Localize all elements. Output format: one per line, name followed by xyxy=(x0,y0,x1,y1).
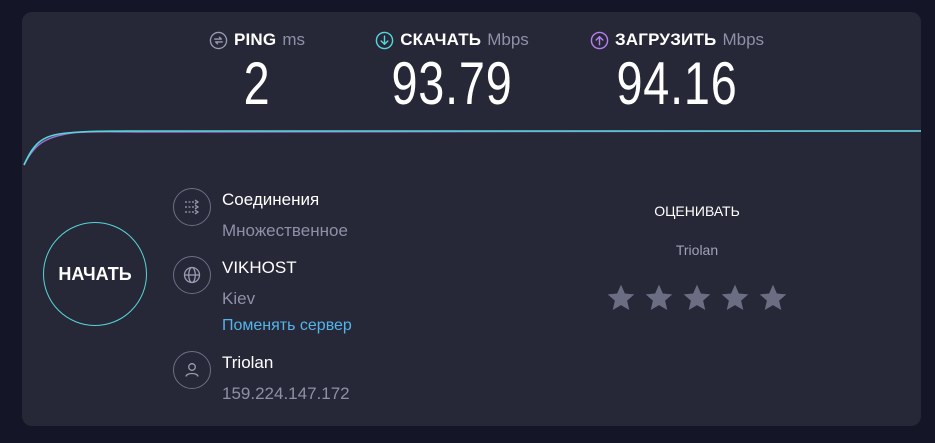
change-server-link[interactable]: Поменять сервер xyxy=(222,317,352,335)
rating-title: ОЦЕНИВАТЬ xyxy=(654,203,740,219)
ping-icon xyxy=(209,31,228,49)
globe-outline-icon xyxy=(183,266,201,284)
globe-icon xyxy=(173,256,211,294)
upload-metric: ЗАГРУЗИТЬ Mbps 94.16 xyxy=(557,30,797,114)
speed-graph xyxy=(23,130,921,166)
upload-arrow-icon xyxy=(590,31,609,49)
start-button[interactable]: НАЧАТЬ xyxy=(43,222,147,326)
upload-unit: Mbps xyxy=(722,30,765,49)
rating-isp: Triolan xyxy=(675,242,719,258)
connections-icon xyxy=(173,188,211,226)
connections-title: Соединения xyxy=(222,190,320,209)
start-button-label: НАЧАТЬ xyxy=(58,263,132,284)
ping-label: PING xyxy=(233,30,277,49)
star-icon-2[interactable] xyxy=(643,282,675,314)
connections-arrows-icon xyxy=(185,199,200,215)
star-icon-1[interactable] xyxy=(605,282,637,314)
star-icon-5[interactable] xyxy=(757,282,789,314)
user-icon xyxy=(173,351,211,389)
upload-label: ЗАГРУЗИТЬ xyxy=(614,30,717,49)
server-city: Kiev xyxy=(222,289,256,308)
speedtest-panel: PING ms 2 СКАЧАТЬ Mbps 93.79 ЗАГРУЗИТЬ M… xyxy=(22,12,921,426)
client-ip: 159.224.147.172 xyxy=(222,384,350,403)
connections-mode: Множественное xyxy=(222,221,348,240)
upload-value: 94.16 xyxy=(616,50,738,117)
ping-value: 2 xyxy=(243,50,271,117)
download-arrow-icon xyxy=(375,31,394,49)
ping-unit: ms xyxy=(282,30,306,49)
download-value: 93.79 xyxy=(391,50,513,117)
rating-stars xyxy=(605,282,789,314)
client-isp: Triolan xyxy=(222,353,274,372)
download-label: СКАЧАТЬ xyxy=(400,30,482,49)
download-metric: СКАЧАТЬ Mbps 93.79 xyxy=(342,30,562,114)
download-graph-line xyxy=(23,130,921,166)
upload-graph-line xyxy=(23,130,921,166)
user-outline-icon xyxy=(185,363,199,377)
download-unit: Mbps xyxy=(487,30,529,49)
star-icon-3[interactable] xyxy=(681,282,713,314)
ping-metric: PING ms 2 xyxy=(182,30,332,114)
star-icon-4[interactable] xyxy=(719,282,751,314)
server-name: VIKHOST xyxy=(222,258,297,277)
